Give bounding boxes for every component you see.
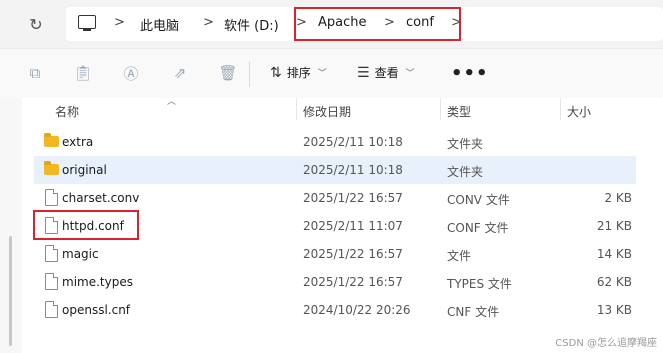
address-row: ↻ > 此电脑 > 软件 (D:) > Apache > conf > <box>0 0 663 48</box>
file-icon <box>45 189 58 206</box>
file-icon <box>45 301 58 318</box>
file-type: CNF 文件 <box>447 305 500 319</box>
file-size: 2 KB <box>604 191 632 205</box>
rename-icon[interactable]: Ⓐ <box>121 63 141 83</box>
path-highlight-box <box>294 7 461 41</box>
delete-icon[interactable]: 🗑︎ <box>218 63 238 83</box>
folder-icon <box>44 133 59 147</box>
file-name: mime.types <box>62 275 133 289</box>
file-highlight-box <box>33 210 139 240</box>
file-date: 2024/10/22 20:26 <box>303 303 411 317</box>
share-icon[interactable]: ⇗ <box>170 63 190 83</box>
file-name: charset.conv <box>62 191 140 205</box>
file-list: ︿ 名称 修改日期 类型 大小 extra 2025/2/11 10:18 文件… <box>0 97 663 353</box>
more-options-button[interactable]: ••• <box>451 63 489 84</box>
file-size: 62 KB <box>596 275 632 289</box>
view-label: 查看 <box>374 66 399 80</box>
file-type: TYPES 文件 <box>447 277 512 291</box>
file-type: 文件夹 <box>447 165 484 179</box>
file-row[interactable]: original 2025/2/11 10:18 文件夹 <box>34 156 636 184</box>
refresh-icon: ↻ <box>29 14 43 34</box>
chevron-down-icon: ﹀ <box>317 69 327 79</box>
sort-ascending-icon: ︿ <box>167 97 177 107</box>
breadcrumb-separator[interactable]: > <box>114 15 125 30</box>
command-bar: ⧉ 📋︎ Ⓐ ⇗ 🗑︎ ⇅ 排序 ﹀ ☰ 查看 ﹀ ••• <box>0 48 663 99</box>
copy-icon[interactable]: ⧉ <box>25 63 45 83</box>
file-row[interactable]: magic 2025/1/22 16:57 文件 14 KB <box>34 240 636 268</box>
paste-icon[interactable]: 📋︎ <box>73 63 93 83</box>
file-type: CONV 文件 <box>447 193 510 207</box>
chevron-down-icon: ﹀ <box>405 69 415 79</box>
file-row[interactable]: charset.conv 2025/1/22 16:57 CONV 文件 2 K… <box>34 184 636 212</box>
file-name: magic <box>62 247 99 261</box>
column-header-name[interactable]: 名称 <box>55 103 79 120</box>
file-type: 文件 <box>447 249 472 263</box>
breadcrumb-this-pc[interactable]: 此电脑 <box>140 15 179 34</box>
file-name: extra <box>62 135 94 149</box>
view-button[interactable]: ☰ 查看 ﹀ <box>357 64 415 81</box>
scrollbar[interactable] <box>9 236 12 346</box>
computer-icon[interactable] <box>78 15 96 31</box>
file-row[interactable]: mime.types 2025/1/22 16:57 TYPES 文件 62 K… <box>34 268 636 296</box>
sort-button[interactable]: ⇅ 排序 ﹀ <box>270 64 327 81</box>
sort-label: 排序 <box>286 66 311 80</box>
file-name: original <box>62 163 107 177</box>
folder-icon <box>44 161 59 175</box>
column-header-type[interactable]: 类型 <box>447 103 471 120</box>
breadcrumb-separator[interactable]: > <box>203 15 214 30</box>
watermark: CSDN @怎么追摩羯座 <box>555 338 657 349</box>
breadcrumb-drive-d[interactable]: 软件 (D:) <box>224 15 279 34</box>
refresh-button[interactable]: ↻ <box>22 11 50 37</box>
file-icon <box>45 245 58 262</box>
column-divider[interactable] <box>296 98 297 120</box>
file-icon <box>45 273 58 290</box>
column-divider[interactable] <box>560 98 561 120</box>
toolbar-divider <box>249 61 250 87</box>
file-date: 2025/1/22 16:57 <box>303 247 403 261</box>
file-size: 14 KB <box>596 247 632 261</box>
file-date: 2025/1/22 16:57 <box>303 191 403 205</box>
file-type: CONF 文件 <box>447 221 509 235</box>
column-divider[interactable] <box>440 98 441 120</box>
file-size: 13 KB <box>596 303 632 317</box>
file-date: 2025/2/11 11:07 <box>303 219 403 233</box>
sort-icon: ⇅ <box>270 64 282 81</box>
column-header-size[interactable]: 大小 <box>567 103 591 120</box>
file-type: 文件夹 <box>447 137 484 151</box>
file-row[interactable]: extra 2025/2/11 10:18 文件夹 <box>34 128 636 156</box>
column-header-date[interactable]: 修改日期 <box>303 103 351 120</box>
file-date: 2025/2/11 10:18 <box>303 163 403 177</box>
view-icon: ☰ <box>357 64 370 81</box>
file-date: 2025/2/11 10:18 <box>303 135 403 149</box>
navigation-pane-edge <box>0 98 22 353</box>
file-date: 2025/1/22 16:57 <box>303 275 403 289</box>
file-name: openssl.cnf <box>62 303 131 317</box>
file-row[interactable]: openssl.cnf 2024/10/22 20:26 CNF 文件 13 K… <box>34 296 636 324</box>
file-size: 21 KB <box>596 219 632 233</box>
